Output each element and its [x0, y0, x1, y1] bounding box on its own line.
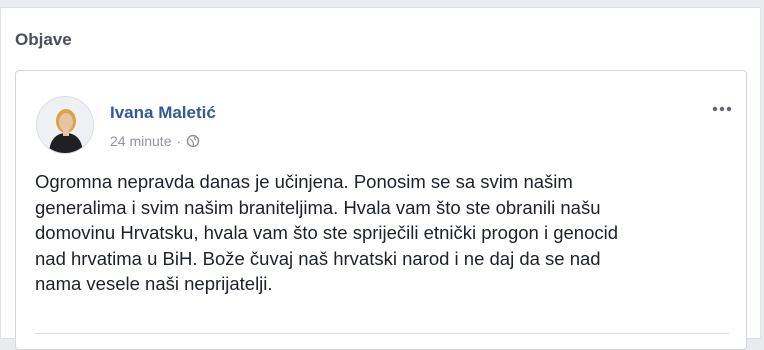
avatar[interactable] — [36, 96, 94, 154]
post-author-name[interactable]: Ivana Maletić — [110, 103, 216, 123]
post-text-line: Ogromna nepravda danas je učinjena. Pono… — [35, 171, 573, 192]
meta-separator: · — [176, 133, 182, 149]
post-text-line: nad hrvatima u BiH. Bože čuvaj naš hrvat… — [35, 247, 601, 269]
posts-panel: Objave Ivana Maletić 24 minute · Ogromna… — [0, 7, 761, 350]
post-divider — [35, 333, 729, 334]
avatar-image — [37, 97, 93, 153]
post-text-line: nama vesele naši neprijatelji. — [35, 273, 273, 294]
post-card: Ivana Maletić 24 minute · Ogromna neprav… — [15, 70, 747, 350]
section-title: Objave — [15, 30, 72, 49]
post-meta: 24 minute · — [110, 133, 200, 149]
post-text-line: domovinu Hrvatsku, hvala vam što ste spr… — [35, 222, 619, 243]
post-text: Ogromna nepravda danas je učinjena. Pono… — [35, 169, 725, 297]
more-options-icon[interactable] — [709, 101, 735, 117]
post-timestamp[interactable]: 24 minute — [110, 133, 171, 149]
public-globe-icon[interactable] — [186, 134, 200, 148]
post-text-line: generalima i svim našim braniteljima. Hv… — [35, 196, 601, 218]
